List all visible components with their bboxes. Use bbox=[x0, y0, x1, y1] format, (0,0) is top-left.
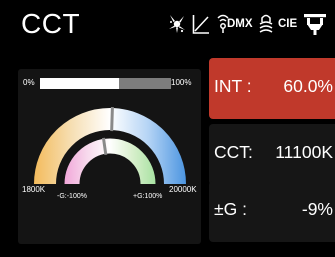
g-label: ±G : bbox=[214, 199, 247, 219]
cct-label: CCT: bbox=[214, 142, 253, 162]
green-min-label: -G:-100% bbox=[57, 193, 87, 200]
int-label: INT : bbox=[214, 76, 252, 96]
cct-arc-handle[interactable] bbox=[110, 106, 114, 132]
int-card[interactable]: INT : 60.0% bbox=[209, 58, 335, 119]
g-card[interactable]: ±G : -9% bbox=[209, 181, 335, 242]
cct-min-label: 1800K bbox=[22, 185, 46, 194]
cct-max-label: 20000K bbox=[169, 185, 197, 194]
cct-card[interactable]: CCT: 11100K bbox=[209, 124, 335, 185]
green-max-label: +G:100% bbox=[133, 193, 163, 200]
g-value: -9% bbox=[301, 199, 333, 219]
green-arc-slider[interactable] bbox=[64, 138, 156, 185]
int-value: 60.0% bbox=[283, 76, 333, 96]
cct-value: 11100K bbox=[275, 142, 333, 162]
